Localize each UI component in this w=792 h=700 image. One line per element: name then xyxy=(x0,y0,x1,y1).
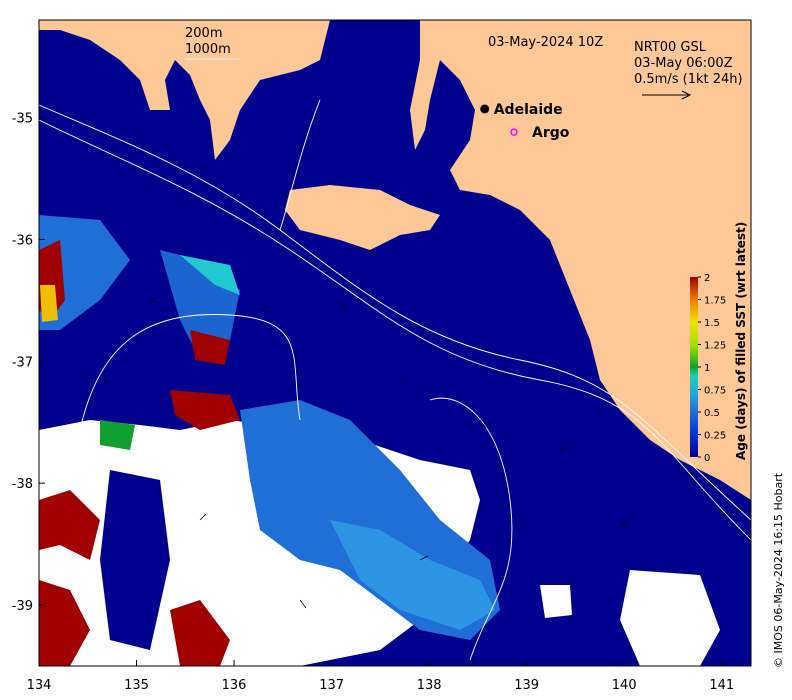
y-tick-label: -36 xyxy=(12,233,33,248)
adelaide-label: Adelaide xyxy=(494,102,563,118)
colorbar-tick-label: 1.25 xyxy=(704,341,726,352)
colorbar-tick-label: 1.75 xyxy=(704,296,726,307)
depth-label-200: 200m xyxy=(185,26,222,41)
colorbar-tick-label: 0.25 xyxy=(704,431,726,442)
current-scale-label: 0.5m/s (1kt 24h) xyxy=(634,72,743,87)
colorbar-tick-label: 0.75 xyxy=(704,386,726,397)
age-mid-patch xyxy=(40,285,58,322)
colorbar xyxy=(690,277,698,457)
x-tick-label: 136 xyxy=(222,678,247,693)
current-time-label: 03-May 06:00Z xyxy=(634,56,733,71)
current-source-label: NRT00 GSL xyxy=(634,40,707,55)
argo-label: Argo xyxy=(532,125,570,141)
colorbar-tick-label: 0.5 xyxy=(704,408,720,419)
y-tick-label: -35 xyxy=(12,112,33,127)
x-tick-label: 139 xyxy=(514,678,539,693)
adelaide-marker xyxy=(480,104,490,114)
x-tick-label: 135 xyxy=(124,678,149,693)
colorbar-tick-label: 2 xyxy=(704,273,710,284)
credit-label: © IMOS 06-May-2024 16:15 Hobart xyxy=(772,472,785,668)
nodata-patch xyxy=(540,585,572,618)
map-plot-area: Adelaide Argo 03-May-2024 10Z 200m 1000m… xyxy=(39,20,751,666)
colorbar-tick-label: 1 xyxy=(704,363,710,374)
timestamp-label: 03-May-2024 10Z xyxy=(488,35,603,50)
depth-label-1000: 1000m xyxy=(185,42,231,57)
green-patch xyxy=(100,420,135,450)
x-tick-label: 138 xyxy=(417,678,442,693)
x-tick-label: 140 xyxy=(612,678,637,693)
sst-age-map: Adelaide Argo 03-May-2024 10Z 200m 1000m… xyxy=(12,19,785,693)
x-tick-label: 141 xyxy=(709,678,734,693)
y-tick-label: -39 xyxy=(12,599,33,614)
colorbar-tick-label: 1.5 xyxy=(704,318,720,329)
y-tick-label: -37 xyxy=(12,355,33,370)
colorbar-title: Age (days) of filled SST (wrt latest) xyxy=(734,222,748,460)
y-tick-label: -38 xyxy=(12,477,33,492)
x-tick-label: 134 xyxy=(27,678,52,693)
x-tick-label: 137 xyxy=(319,678,344,693)
colorbar-tick-label: 0 xyxy=(704,453,710,464)
